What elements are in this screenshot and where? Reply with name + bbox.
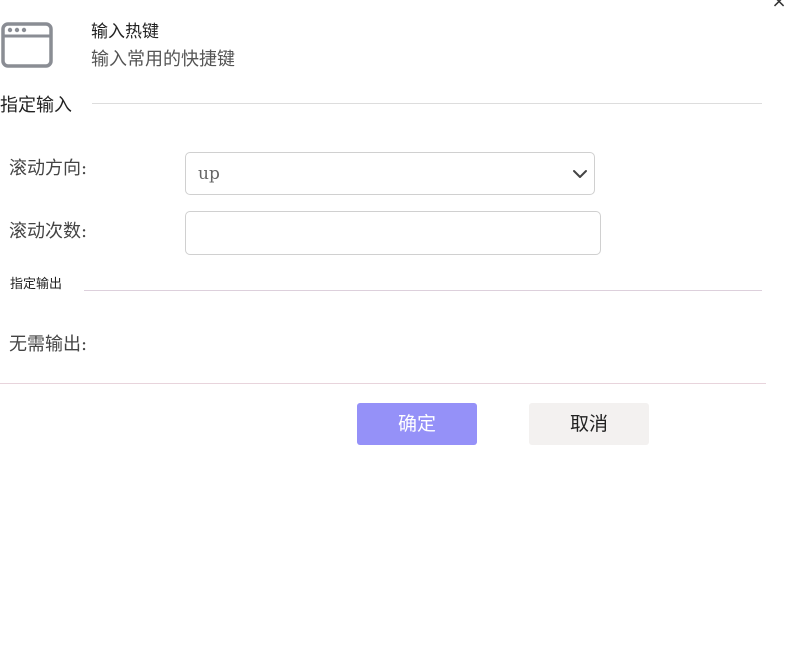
output-section-title: 指定输出: [10, 277, 63, 292]
scroll-direction-select[interactable]: up: [185, 152, 595, 195]
input-section-title: 指定输入: [0, 95, 72, 116]
footer-divider: [0, 383, 766, 384]
confirm-button[interactable]: 确定: [357, 403, 477, 445]
no-output-label: 无需输出:: [9, 334, 88, 355]
scroll-direction-value: up: [198, 164, 220, 184]
dialog-subtitle: 输入常用的快捷键: [91, 49, 235, 70]
output-section-divider: [84, 290, 762, 291]
browser-window-icon: [1, 22, 53, 68]
close-icon: ×: [771, 0, 787, 12]
scroll-count-input[interactable]: [185, 211, 601, 255]
cancel-button[interactable]: 取消: [529, 403, 649, 445]
input-section-divider: [92, 103, 762, 104]
hotkey-dialog: × 输入热键 输入常用的快捷键 指定输入 滚动方向: up 滚动次数: 指定输出…: [0, 0, 789, 654]
scroll-count-label: 滚动次数:: [9, 221, 88, 242]
scroll-direction-label: 滚动方向:: [9, 158, 88, 179]
dialog-title: 输入热键: [91, 22, 159, 42]
chevron-down-icon: [572, 166, 588, 182]
close-button[interactable]: ×: [770, 0, 788, 12]
